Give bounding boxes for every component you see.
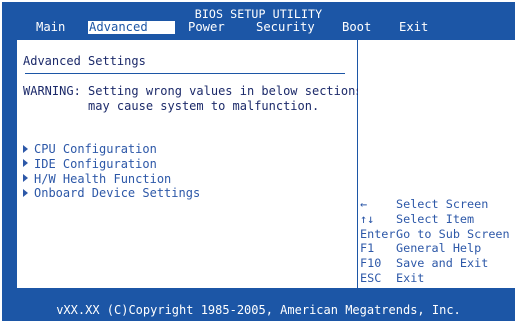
submenu-label: H/W Health Function [34, 171, 172, 186]
tab-boot[interactable]: Boot [342, 21, 371, 34]
help-desc: Save and Exit [396, 256, 489, 271]
warning-line-2: may cause system to malfunction. [23, 99, 320, 113]
bios-title: BIOS SETUP UTILITY [194, 7, 323, 21]
help-desc: General Help [396, 241, 482, 256]
help-row: ESC Exit [360, 271, 510, 286]
f10-key: F10 [360, 256, 382, 271]
help-desc: Go to Sub Screen [396, 226, 510, 241]
copyright-footer: vXX.XX (C)Copyright 1985-2005, American … [56, 303, 461, 317]
help-row: F10 Save and Exit [360, 256, 510, 271]
help-row: F1 General Help [360, 241, 510, 256]
help-row: ← Select Screen [360, 197, 510, 212]
up-down-arrow-key: ↑↓ [360, 211, 375, 226]
bios-frame: BIOS SETUP UTILITY Main Advanced Power S… [2, 2, 515, 321]
advanced-settings-panel: Advanced Settings WARNING: Setting wrong… [17, 40, 363, 288]
help-desc: Select Item [396, 211, 475, 226]
esc-key: ESC [360, 270, 382, 285]
submenu-ide-configuration[interactable]: IDE Configuration [23, 157, 200, 172]
submenu-hw-health-function[interactable]: H/W Health Function [23, 172, 200, 187]
tab-main[interactable]: Main [36, 21, 65, 34]
tab-exit[interactable]: Exit [399, 21, 428, 34]
tab-advanced[interactable]: Advanced [88, 21, 175, 34]
warning-text: WARNING: Setting wrong values in below s… [23, 84, 363, 114]
key-help-list: ← Select Screen ↑↓ Select Item EnterGo to … [360, 197, 510, 286]
help-panel: ← Select Screen ↑↓ Select Item EnterGo to … [358, 40, 515, 288]
panel-heading: Advanced Settings [23, 54, 146, 68]
help-desc: Select Screen [396, 197, 489, 211]
submenu-label: CPU Configuration [34, 142, 157, 156]
help-desc: Exit [396, 270, 425, 285]
tab-power[interactable]: Power [188, 21, 225, 34]
submenu-onboard-device-settings[interactable]: Onboard Device Settings [23, 186, 200, 201]
submenu-label: Onboard Device Settings [34, 186, 201, 201]
triangle-right-icon [23, 188, 28, 197]
help-row: ↑↓ Select Item [360, 212, 510, 227]
tab-bar: Main Advanced Power Security Boot Exit [2, 21, 515, 34]
triangle-right-icon [23, 174, 28, 183]
triangle-right-icon [23, 144, 28, 153]
help-row: EnterGo to Sub Screen [360, 227, 510, 242]
f1-key: F1 [360, 241, 375, 256]
submenu-list: CPU Configuration IDE Configuration H/W … [23, 142, 200, 201]
enter-key: Enter [360, 226, 396, 241]
submenu-label: IDE Configuration [34, 156, 157, 171]
tab-security[interactable]: Security [256, 21, 315, 34]
triangle-right-icon [23, 159, 28, 168]
left-arrow-key: ← [360, 197, 368, 211]
warning-line-1: WARNING: Setting wrong values in below s… [23, 84, 363, 98]
submenu-cpu-configuration[interactable]: CPU Configuration [23, 142, 200, 157]
heading-divider [25, 73, 345, 74]
